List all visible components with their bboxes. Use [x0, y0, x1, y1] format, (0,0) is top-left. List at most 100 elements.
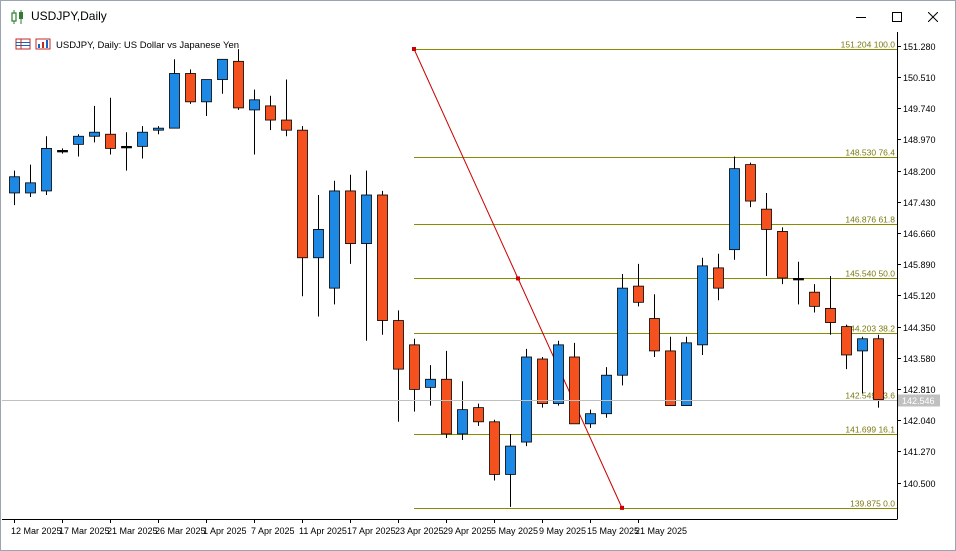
candle [521, 348, 532, 447]
candle [777, 227, 788, 285]
price-tick-label: 146.660 [903, 229, 936, 239]
chart-symbol-description: USDJPY, Daily: US Dollar vs Japanese Yen [56, 40, 239, 51]
time-tick-label: 26 Mar 2025 [155, 526, 206, 536]
current-price-label: 142.546 [902, 396, 935, 406]
close-icon [928, 12, 938, 22]
candle-body [345, 190, 356, 244]
fib-level-label: 142.549 23.6 [845, 391, 895, 401]
price-tick-label: 141.270 [903, 447, 936, 457]
candle-body [121, 145, 132, 149]
maximize-icon [892, 12, 902, 22]
candle-body [489, 421, 500, 475]
chart-canvas[interactable]: 151.204 100.0 148.530 76.4 146.876 61.8 145… [2, 32, 954, 549]
time-tick-label: 1 Apr 2025 [203, 526, 247, 536]
candle-body [649, 318, 660, 352]
table-icon[interactable] [15, 38, 31, 50]
candle-body [41, 148, 52, 192]
trendline-anchor [620, 505, 624, 510]
price-tick-label: 151.280 [903, 42, 936, 52]
time-tick-label: 11 Apr 2025 [299, 526, 347, 536]
price-tick-label: 149.740 [903, 104, 936, 114]
candle-body [377, 194, 388, 321]
trendline-anchor [412, 47, 416, 52]
fib-level-label: 145.540 50.0 [845, 269, 895, 279]
window-title: USDJPY,Daily [31, 9, 107, 23]
candle-body [777, 231, 788, 279]
candle-body [601, 374, 612, 415]
candle-body [137, 131, 148, 147]
price-tick-label: 143.580 [903, 354, 936, 364]
price-tick-label: 142.810 [903, 385, 936, 395]
candle-body [441, 378, 452, 435]
close-button[interactable] [915, 2, 951, 32]
candle [553, 340, 564, 406]
candle-body [537, 358, 548, 404]
candle-body [713, 267, 724, 289]
candle [617, 273, 628, 386]
candle-body [9, 176, 20, 194]
candle-body [201, 79, 212, 103]
candle-body [361, 194, 372, 244]
price-tick-label: 147.430 [903, 198, 936, 208]
candle-body [249, 99, 260, 111]
time-tick-label: 23 Apr 2025 [395, 526, 444, 536]
candlestick-chart-icon [11, 10, 23, 24]
trendline-anchor [516, 276, 520, 281]
candle-body [169, 73, 180, 129]
price-tick-label: 145.120 [903, 291, 936, 301]
candle-body [25, 182, 36, 194]
time-tick-label: 21 Mar 2025 [107, 526, 158, 536]
indicator-icon[interactable] [35, 38, 51, 50]
candle-body [89, 131, 100, 137]
candle-body [185, 73, 196, 103]
candle-body [105, 133, 116, 149]
candle-body [521, 356, 532, 443]
title-bar[interactable]: USDJPY,Daily [1, 1, 955, 32]
fib-level-label: 151.204 100.0 [841, 40, 896, 50]
candle-body [697, 265, 708, 346]
candle-body [585, 413, 596, 425]
candle [489, 419, 500, 481]
candle-body [553, 344, 564, 404]
fib-level-label: 148.530 76.4 [845, 148, 895, 158]
candle-body [617, 287, 628, 376]
candle-body [857, 338, 868, 352]
chart-header: USDJPY, Daily: US Dollar vs Japanese Yen [15, 38, 239, 51]
candle-body [681, 342, 692, 406]
candle [729, 156, 740, 260]
time-tick-label: 5 May 2025 [491, 526, 538, 536]
candle-body [473, 407, 484, 423]
candle-body [665, 350, 676, 406]
fib-level-label: 139.875 0.0 [850, 499, 895, 509]
candle [745, 162, 756, 208]
candle-body [409, 344, 420, 390]
candle [377, 190, 388, 335]
price-tick-label: 140.500 [903, 479, 936, 489]
candle-body [297, 129, 308, 259]
candle-body [505, 445, 516, 475]
candle [185, 69, 196, 104]
candle-body [73, 135, 84, 145]
maximize-button[interactable] [879, 2, 915, 32]
candle-body [329, 190, 340, 289]
price-tick-label: 145.890 [903, 260, 936, 270]
minimize-button[interactable] [843, 2, 879, 32]
fib-level-label: 144.203 38.2 [845, 324, 895, 334]
candle-body [57, 150, 68, 153]
candle-body [841, 326, 852, 356]
candle-body [313, 229, 324, 259]
candle-body [761, 208, 772, 230]
price-tick-label: 142.040 [903, 416, 936, 426]
price-tick-label: 150.510 [903, 73, 936, 83]
time-tick-label: 21 May 2025 [635, 526, 687, 536]
fib-level-label: 146.876 61.8 [845, 215, 895, 225]
price-tick-label: 148.200 [903, 167, 936, 177]
candle-body [265, 105, 276, 121]
candle-body [873, 338, 884, 400]
candle-body [457, 409, 468, 435]
candle [873, 334, 884, 408]
candle-body [153, 127, 164, 131]
time-tick-label: 29 Apr 2025 [443, 526, 492, 536]
candle-body [569, 356, 580, 425]
time-tick-label: 17 Mar 2025 [59, 526, 110, 536]
